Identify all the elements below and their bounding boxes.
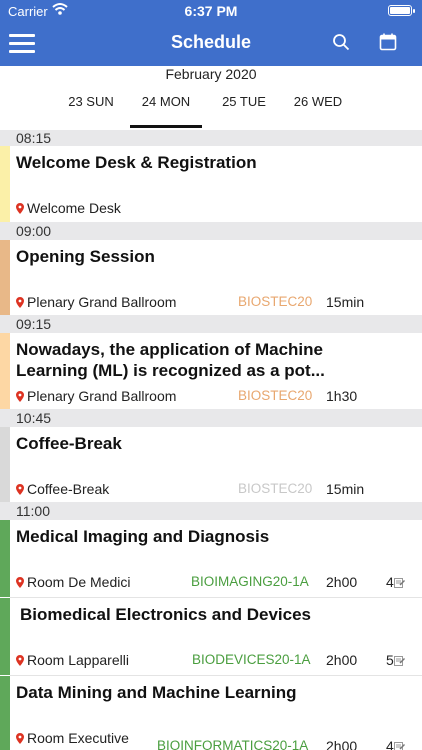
location-pin-icon: [16, 577, 24, 588]
session-note-count: 5: [386, 652, 405, 668]
tab-label: 25 TUE: [222, 94, 266, 109]
session-item[interactable]: Welcome Desk & Registration Welcome Desk: [0, 146, 422, 222]
session-location: Plenary Grand Ballroom: [16, 388, 176, 404]
track-color-bar: [0, 598, 10, 675]
tab-23-sun[interactable]: 23 SUN: [51, 94, 131, 128]
tab-label: 23 SUN: [68, 94, 114, 109]
navigation-bar: Carrier 6:37 PM Schedule: [0, 0, 422, 66]
session-title: Coffee-Break: [16, 434, 122, 453]
track-color-bar: [0, 676, 10, 750]
status-time: 6:37 PM: [184, 3, 238, 19]
session-code: BIOINFORMATICS20-1A: [157, 738, 309, 750]
location-pin-icon: [16, 203, 24, 214]
page-title: Schedule: [170, 32, 252, 52]
location-pin-icon: [16, 733, 24, 744]
time-header: 08:15: [0, 130, 422, 146]
location-pin-icon: [16, 484, 24, 495]
track-color-bar: [0, 240, 10, 315]
session-duration: 1h30: [326, 388, 358, 404]
session-code: BIOSTEC20: [238, 481, 313, 496]
location-pin-icon: [16, 297, 24, 308]
month-label: February 2020: [165, 66, 257, 82]
note-edit-icon: [393, 742, 405, 750]
tab-25-tue[interactable]: 25 TUE: [204, 94, 284, 128]
location-label: Coffee-Break: [27, 481, 110, 497]
session-note-count: 4: [386, 574, 405, 590]
session-item[interactable]: Opening Session Plenary Grand Ballroom B…: [0, 240, 422, 315]
session-location: Room De Medici: [16, 574, 130, 590]
battery-icon: [388, 5, 415, 16]
session-location: Coffee-Break: [16, 481, 109, 497]
tab-label: 24 MON: [141, 94, 191, 109]
time-header: 10:45: [0, 409, 422, 427]
session-title: Data Mining and Machine Learning: [16, 683, 297, 702]
session-location: Room Executive: [16, 730, 129, 746]
session-title: Medical Imaging and Diagnosis: [16, 527, 270, 546]
search-icon[interactable]: [332, 33, 350, 51]
note-count-label: 4: [386, 574, 394, 590]
session-item[interactable]: Medical Imaging and Diagnosis Room De Me…: [0, 520, 422, 597]
track-color-bar: [0, 520, 10, 597]
session-code: BIOSTEC20: [238, 294, 313, 309]
session-item[interactable]: Biomedical Electronics and Devices Room …: [0, 598, 422, 675]
day-tabs: 23 SUN 24 MON 25 TUE 26 WED: [0, 90, 422, 130]
location-pin-icon: [16, 391, 24, 402]
session-item[interactable]: Nowadays, the application of Machine Lea…: [0, 333, 422, 409]
session-title: Opening Session: [16, 247, 155, 266]
time-header: 09:15: [0, 315, 422, 333]
session-duration: 2h00: [326, 574, 358, 590]
location-label: Room Lapparelli: [27, 652, 129, 668]
location-pin-icon: [16, 655, 24, 666]
track-color-bar: [0, 427, 10, 502]
location-label: Plenary Grand Ballroom: [27, 388, 177, 404]
session-duration: 15min: [326, 481, 365, 497]
tab-26-wed[interactable]: 26 WED: [278, 94, 358, 128]
session-title: Biomedical Electronics and Devices: [20, 605, 312, 624]
note-count-label: 5: [386, 652, 394, 668]
session-duration: 15min: [326, 294, 365, 310]
session-code: BIOIMAGING20-1A: [191, 574, 309, 589]
note-count-label: 4: [386, 738, 394, 750]
session-title: Nowadays, the application of Machine Lea…: [16, 339, 410, 381]
session-item[interactable]: Data Mining and Machine Learning Room Ex…: [0, 676, 422, 750]
tab-label: 26 WED: [293, 94, 343, 109]
time-header: 09:00: [0, 222, 422, 240]
location-label: Plenary Grand Ballroom: [27, 294, 177, 310]
track-color-bar: [0, 333, 10, 409]
session-code: BIODEVICES20-1A: [192, 652, 311, 667]
session-item[interactable]: Coffee-Break Coffee-Break BIOSTEC20 15mi…: [0, 427, 422, 502]
status-bar: Carrier 6:37 PM: [0, 0, 422, 22]
location-label: Welcome Desk: [27, 200, 121, 216]
track-color-bar: [0, 146, 10, 222]
time-header: 11:00: [0, 502, 422, 520]
tab-24-mon[interactable]: 24 MON: [130, 94, 202, 128]
note-edit-icon: [393, 656, 405, 666]
session-location: Plenary Grand Ballroom: [16, 294, 176, 310]
location-label: Room De Medici: [27, 574, 131, 590]
session-title-line: Learning (ML) is recognized as a pot...: [16, 361, 325, 380]
session-note-count: 4: [386, 738, 405, 750]
location-label: Room Executive: [27, 730, 129, 746]
session-title: Welcome Desk & Registration: [16, 153, 257, 172]
session-duration: 2h00: [326, 652, 358, 668]
session-duration: 2h00: [326, 738, 358, 750]
session-location: Room Lapparelli: [16, 652, 129, 668]
session-title-line: Nowadays, the application of Machine: [16, 340, 323, 359]
session-code: BIOSTEC20: [238, 388, 313, 403]
note-edit-icon: [393, 578, 405, 588]
session-location: Welcome Desk: [16, 200, 121, 216]
calendar-icon[interactable]: [379, 33, 397, 51]
